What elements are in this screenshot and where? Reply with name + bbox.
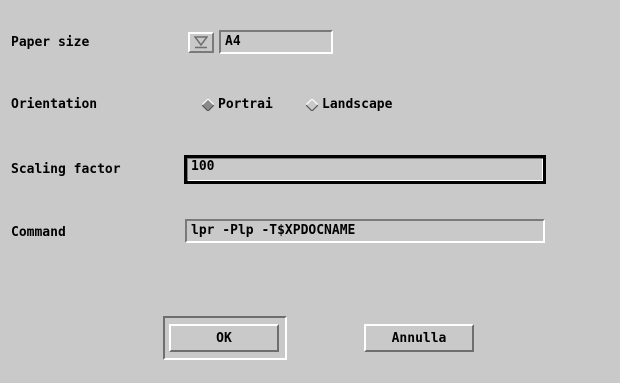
command-label: Command — [11, 225, 66, 240]
scaling-factor-label: Scaling factor — [11, 162, 121, 177]
radio-unselected-icon — [306, 98, 318, 111]
option-menu-icon — [194, 36, 208, 49]
scaling-factor-field[interactable]: 100 — [184, 155, 546, 184]
cancel-button[interactable]: Annulla — [364, 324, 474, 352]
paper-size-menu-button[interactable] — [188, 32, 214, 53]
portrait-label: Portrai — [218, 97, 273, 112]
ok-button[interactable]: OK — [169, 324, 279, 352]
paper-size-label: Paper size — [11, 35, 90, 50]
paper-size-field[interactable]: A4 — [219, 30, 333, 54]
orientation-radio-portrait[interactable]: Portrai — [202, 97, 273, 112]
radio-selected-icon — [202, 98, 214, 111]
landscape-label: Landscape — [322, 97, 393, 112]
orientation-label: Orientation — [11, 97, 98, 112]
orientation-radio-landscape[interactable]: Landscape — [306, 97, 392, 112]
command-field[interactable]: lpr -Plp -T$XPDOCNAME — [185, 219, 545, 243]
